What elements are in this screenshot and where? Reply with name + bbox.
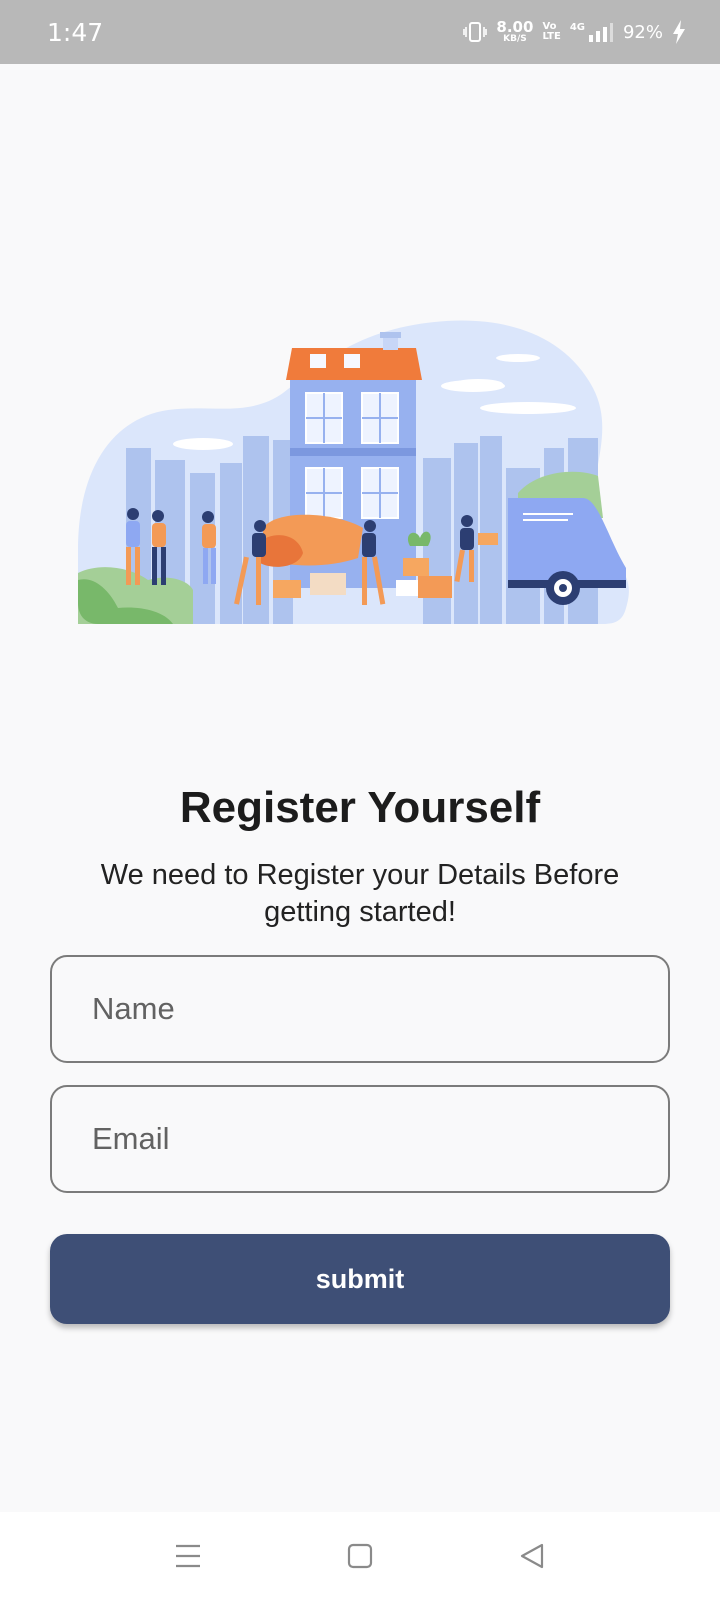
email-input[interactable] xyxy=(50,1085,670,1193)
signal-icon xyxy=(588,23,613,42)
back-icon xyxy=(520,1543,544,1569)
submit-button[interactable]: submit xyxy=(50,1234,670,1324)
system-navigation-bar xyxy=(0,1512,720,1600)
battery-level: 92% xyxy=(622,21,663,43)
volte-indicator: Vo LTE xyxy=(542,22,560,42)
name-input[interactable] xyxy=(50,955,670,1063)
signal-indicator: 4G xyxy=(570,22,614,42)
moving-house-illustration xyxy=(78,320,629,624)
network-speed-unit: KB/S xyxy=(503,34,527,44)
page-title: Register Yourself xyxy=(179,783,541,832)
page-subtitle: We need to Register your Details Before … xyxy=(100,859,620,928)
network-type: 4G xyxy=(569,22,585,33)
home-icon xyxy=(347,1543,373,1569)
home-button[interactable] xyxy=(320,1512,400,1600)
charging-icon xyxy=(673,20,685,44)
menu-icon xyxy=(176,1544,200,1568)
network-speed: 8.00 KB/S xyxy=(496,20,533,44)
back-button[interactable] xyxy=(492,1512,572,1600)
status-bar: 1:47 8.00 KB/S Vo LTE 4G 92% xyxy=(0,0,720,64)
status-time: 1:47 xyxy=(47,17,104,47)
network-speed-value: 8.00 xyxy=(496,18,534,36)
menu-button[interactable] xyxy=(148,1512,228,1600)
vibrate-icon xyxy=(463,22,488,42)
status-icons: 8.00 KB/S Vo LTE 4G 92% xyxy=(463,20,686,44)
volte-bottom: LTE xyxy=(542,31,561,42)
